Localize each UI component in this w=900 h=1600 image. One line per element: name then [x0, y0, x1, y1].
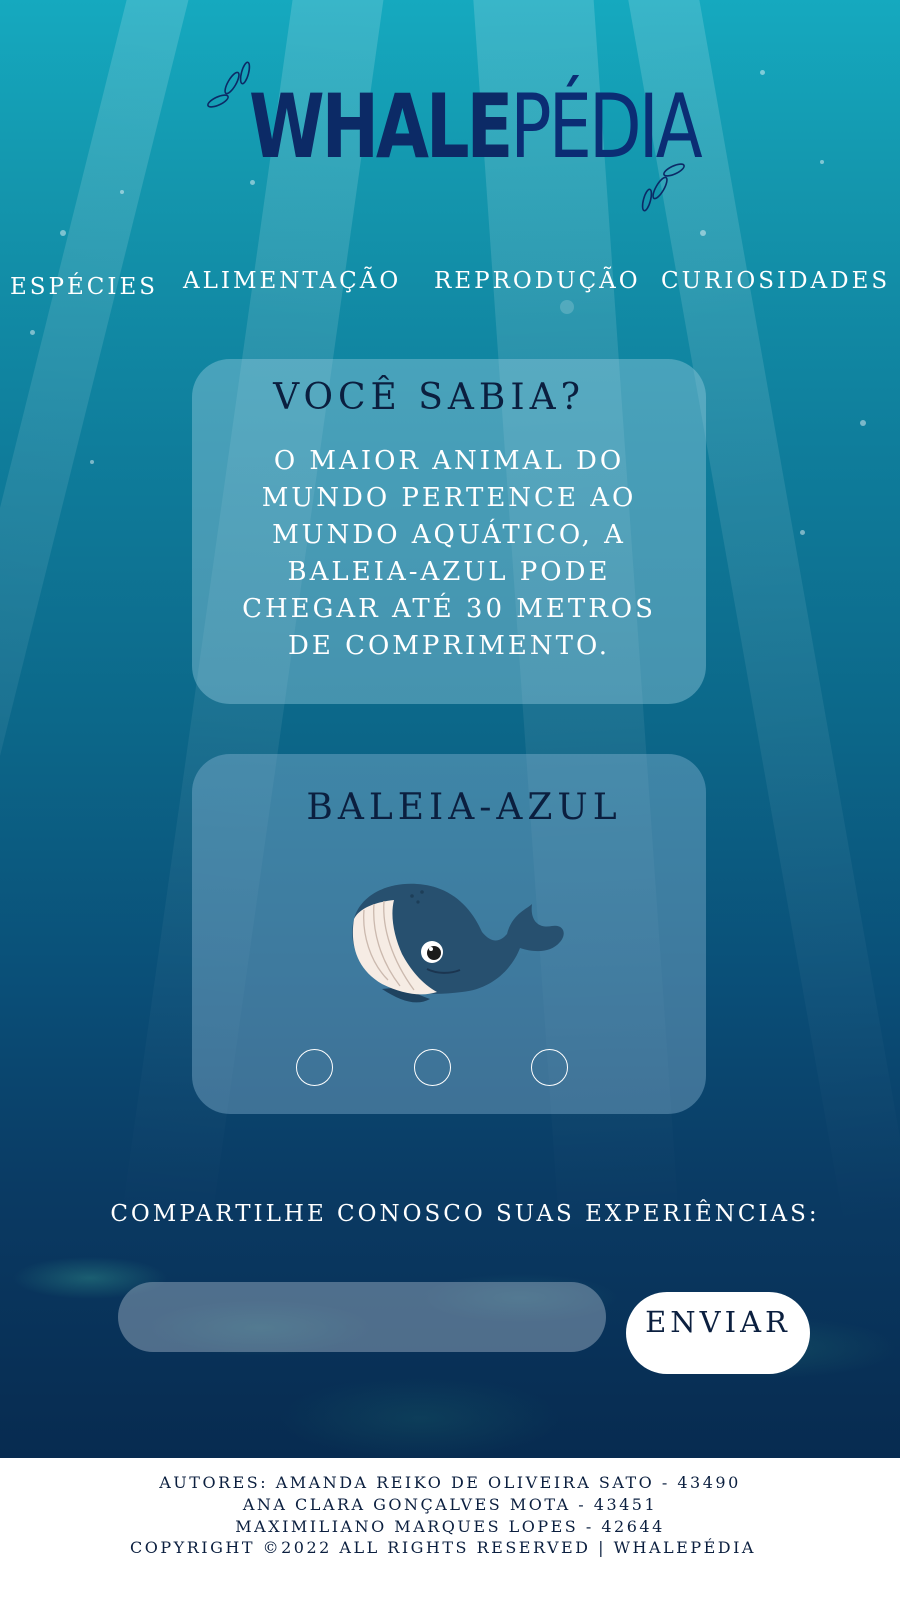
carousel-dot-1[interactable] [296, 1049, 333, 1086]
fact-title: VOCÊ SABIA? [273, 377, 585, 418]
main-nav: ESPÉCIES ALIMENTAÇÃO REPRODUÇÃO CURIOSID… [0, 262, 900, 302]
logo-text-bold: WHALE [249, 75, 513, 178]
carousel-title: BALEIA-AZUL [306, 787, 622, 828]
experience-input[interactable] [118, 1282, 606, 1352]
whale-illustration-icon [352, 883, 564, 1003]
carousel-dot-2[interactable] [414, 1049, 451, 1086]
send-button[interactable]: ENVIAR [626, 1292, 810, 1374]
whalepedia-logo[interactable]: WHALEPÉDIA [205, 55, 703, 220]
footer: AUTORES: AMANDA REIKO DE OLIVEIRA SATO -… [0, 1458, 900, 1600]
footer-authors-line: AUTORES: AMANDA REIKO DE OLIVEIRA SATO -… [159, 1473, 741, 1492]
footer-copyright: COPYRIGHT ©2022 ALL RIGHTS RESERVED | WH… [130, 1538, 756, 1557]
footer-author-line: ANA CLARA GONÇALVES MOTA - 43451 [242, 1495, 658, 1514]
splash-right-icon [641, 163, 685, 212]
nav-item-reproducao[interactable]: REPRODUÇÃO [434, 268, 641, 294]
nav-item-especies[interactable]: ESPÉCIES [10, 274, 158, 300]
fact-card: VOCÊ SABIA? O MAIOR ANIMAL DO MUNDO PERT… [192, 359, 706, 704]
carousel-dot-3[interactable] [531, 1049, 568, 1086]
species-carousel: BALEIA-AZUL [192, 754, 706, 1114]
nav-item-alimentacao[interactable]: ALIMENTAÇÃO [183, 268, 401, 294]
fact-text: O MAIOR ANIMAL DO MUNDO PERTENCE AO MUND… [242, 446, 656, 661]
footer-author-line: MAXIMILIANO MARQUES LOPES - 42644 [235, 1517, 665, 1536]
nav-item-curiosidades[interactable]: CURIOSIDADES [661, 268, 890, 294]
share-experience-label: COMPARTILHE CONOSCO SUAS EXPERIÊNCIAS: [110, 1201, 820, 1227]
